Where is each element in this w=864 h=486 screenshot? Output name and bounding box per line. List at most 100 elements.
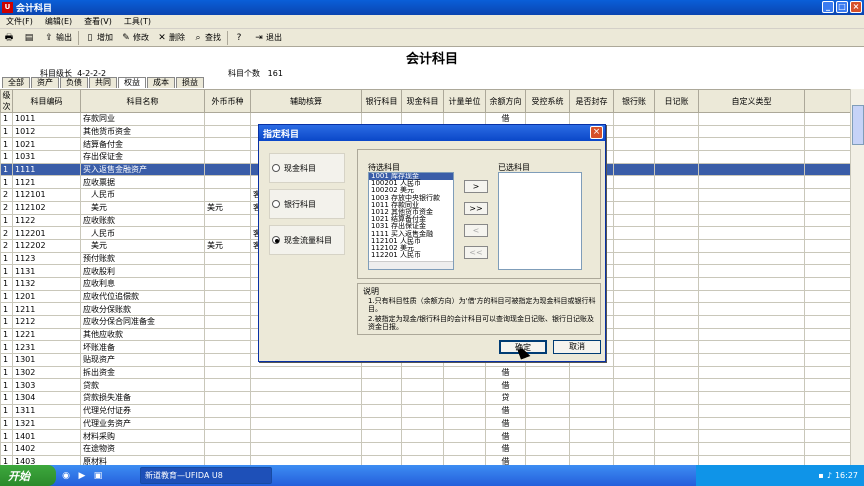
menu-item-1[interactable]: 编辑(E) — [39, 16, 78, 27]
maximize-button[interactable]: □ — [836, 1, 848, 13]
toolbar-button-7[interactable]: ? — [230, 30, 250, 46]
minimize-button[interactable]: _ — [822, 1, 834, 13]
table-cell — [698, 276, 805, 291]
menu-item-3[interactable]: 工具(T) — [118, 16, 157, 27]
column-header-4[interactable]: 辅助核算 — [250, 89, 362, 113]
table-cell — [654, 226, 699, 240]
column-header-7[interactable]: 计量单位 — [443, 89, 486, 113]
table-cell — [654, 315, 699, 329]
network-icon[interactable]: ▪ — [818, 471, 823, 480]
column-header-8[interactable]: 余额方向 — [485, 89, 526, 113]
table-row[interactable]: 1 1311 代理兑付证券 借 — [0, 403, 851, 418]
selected-accounts-list[interactable] — [498, 172, 582, 270]
start-button[interactable]: 开始 — [0, 465, 56, 486]
toolbar-button-8[interactable]: ⇥ 退出 — [250, 30, 286, 46]
table-cell: 2 — [0, 200, 13, 215]
vertical-scrollbar[interactable] — [850, 89, 864, 465]
move-button-2[interactable]: < — [464, 224, 488, 237]
radio-option-2[interactable]: 现金流量科目 — [269, 225, 345, 255]
volume-icon[interactable]: ♪ — [827, 471, 832, 480]
table-cell — [698, 340, 805, 355]
table-cell — [204, 403, 251, 418]
radio-option-1[interactable]: 银行科目 — [269, 189, 345, 219]
move-button-3[interactable]: << — [464, 246, 488, 259]
tab-1[interactable]: 资产 — [31, 77, 59, 88]
column-header-1[interactable]: 科目编码 — [12, 89, 81, 113]
tab-2[interactable]: 负债 — [60, 77, 88, 88]
column-header-6[interactable]: 现金科目 — [401, 89, 444, 113]
menu-item-2[interactable]: 查看(V) — [78, 16, 118, 27]
table-cell: 2 — [0, 188, 13, 202]
tab-4[interactable]: 权益 — [118, 77, 146, 88]
toolbar-button-3[interactable]: ▯ 增加 — [81, 30, 117, 46]
radio-option-0[interactable]: 现金科目 — [269, 153, 345, 183]
taskbar-item-u8[interactable]: 新道教育—UFIDA U8 — [140, 467, 272, 484]
column-header-10[interactable]: 是否封存 — [569, 89, 614, 113]
tab-0[interactable]: 全部 — [2, 77, 30, 88]
table-row[interactable]: 1 1321 代理业务资产 借 — [0, 416, 851, 431]
column-header-9[interactable]: 受控系统 — [525, 89, 570, 113]
browser-icon[interactable]: ◉ — [60, 470, 72, 482]
toolbar-button-4[interactable]: ✎ 修改 — [117, 30, 153, 46]
toolbar-button-2[interactable]: ⇪ 输出 — [40, 30, 76, 46]
table-cell — [698, 365, 805, 380]
table-cell — [613, 162, 655, 177]
column-header-13[interactable]: 自定义类型 — [698, 89, 805, 113]
table-row[interactable]: 1 1402 在途物资 借 — [0, 441, 851, 456]
toolbar-label: 修改 — [133, 33, 149, 42]
table-cell: 1401 — [12, 429, 81, 443]
list-hscroll[interactable] — [369, 261, 453, 269]
column-header-5[interactable]: 银行科目 — [361, 89, 402, 113]
close-button[interactable]: × — [850, 1, 862, 13]
menu-item-0[interactable]: 文件(F) — [0, 16, 39, 27]
table-cell: 预付账款 — [80, 251, 205, 266]
column-header-2[interactable]: 科目名称 — [80, 89, 205, 113]
cancel-button[interactable]: 取消 — [553, 340, 601, 354]
toolbar-button-6[interactable]: ⌕ 查找 — [189, 30, 225, 46]
list-item[interactable]: 112201 人民币 — [369, 252, 453, 259]
table-cell — [204, 213, 251, 228]
source-accounts-list[interactable]: 1001 库存现金 100201 人民币 100202 美元 1003 存放中央银行款… — [368, 172, 454, 270]
move-button-1[interactable]: >> — [464, 202, 488, 215]
table-cell — [569, 403, 614, 418]
table-row[interactable]: 1 1304 贷款损失准备 贷 — [0, 391, 851, 405]
table-cell: 1 — [0, 353, 13, 367]
column-header-3[interactable]: 外币币种 — [204, 89, 251, 113]
table-cell — [401, 403, 444, 418]
tab-3[interactable]: 共同 — [89, 77, 117, 88]
radio-dot-icon[interactable] — [272, 200, 280, 208]
column-header-11[interactable]: 银行账 — [613, 89, 655, 113]
radio-dot-icon[interactable] — [272, 236, 280, 244]
tab-5[interactable]: 成本 — [147, 77, 175, 88]
media-icon[interactable]: ▶ — [76, 470, 88, 482]
table-row[interactable]: 1 1302 拆出资金 借 — [0, 365, 851, 380]
table-cell: 112201 — [12, 226, 81, 240]
table-cell: 1111 — [12, 162, 81, 177]
table-row[interactable]: 1 1403 原材料 借 — [0, 454, 851, 465]
column-header-12[interactable]: 日记账 — [654, 89, 699, 113]
table-row[interactable]: 1 1303 贷款 借 — [0, 378, 851, 393]
table-cell — [613, 276, 655, 291]
scroll-thumb[interactable] — [852, 105, 864, 145]
table-cell — [569, 454, 614, 465]
printer-icon: 🖶 — [4, 32, 14, 43]
toolbar-button-0[interactable]: 🖶 — [0, 30, 20, 46]
toolbar-button-1[interactable]: ▤ — [20, 30, 40, 46]
table-cell — [654, 162, 699, 177]
table-cell — [654, 150, 699, 164]
folder-icon[interactable]: ▣ — [92, 470, 104, 482]
dialog-close-button[interactable]: × — [590, 126, 603, 139]
toolbar-button-5[interactable]: ✕ 删除 — [153, 30, 189, 46]
table-cell — [613, 175, 655, 190]
table-cell: 1201 — [12, 289, 81, 304]
tab-6[interactable]: 损益 — [176, 77, 204, 88]
move-button-0[interactable]: > — [464, 180, 488, 193]
radio-dot-icon[interactable] — [272, 164, 280, 172]
table-cell — [204, 441, 251, 456]
table-cell — [613, 403, 655, 418]
table-cell — [698, 251, 805, 266]
table-cell — [204, 264, 251, 278]
table-row[interactable]: 1 1401 材料采购 借 — [0, 429, 851, 443]
table-cell — [698, 200, 805, 215]
column-header-0[interactable]: 级次 — [0, 89, 13, 113]
